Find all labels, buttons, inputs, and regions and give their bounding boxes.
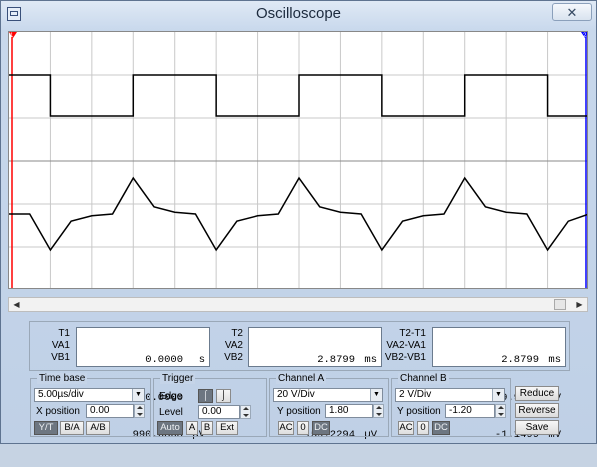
channel-b-scale-value: 2 V/Div xyxy=(399,389,432,400)
channel-a-scale-select[interactable]: 20 V/Div ▼ xyxy=(273,388,383,402)
mode-ab-button[interactable]: A/B xyxy=(86,421,110,435)
level-input[interactable]: 0.00 xyxy=(198,405,240,419)
reverse-button[interactable]: Reverse xyxy=(515,403,559,418)
dt-label: T2-T1 xyxy=(399,328,426,339)
cursor-2-readout: 2.8799ms -10.0000V -159.2294µV xyxy=(248,327,382,441)
rising-edge-icon: ⌠ xyxy=(202,390,209,401)
channel-b-group: Channel B 2 V/Div ▼ Y position -1.20 AC … xyxy=(391,373,511,437)
dt-unit: ms xyxy=(548,354,561,366)
cursor-readouts: T1 VA1 VB1 0.0000s 10.0000V 990.6363µV T… xyxy=(29,321,570,441)
t2-label: T2 xyxy=(231,328,243,339)
va2-label: VA2 xyxy=(224,340,243,351)
reduce-button[interactable]: Reduce xyxy=(515,386,559,401)
t2-value: 2.8799 xyxy=(317,354,355,366)
channel-a-trace xyxy=(9,74,587,117)
scroll-right-icon[interactable]: ▶ xyxy=(572,298,587,311)
channel-a-dc-button[interactable]: DC xyxy=(312,421,330,435)
channel-b-dc-button[interactable]: DC xyxy=(432,421,450,435)
edge-label: Edge xyxy=(159,391,183,402)
trigger-title: Trigger xyxy=(160,373,196,384)
channel-b-ac-button[interactable]: AC xyxy=(398,421,414,435)
channel-a-ypos-input[interactable]: 1.80 xyxy=(325,404,373,418)
channel-b-ypos-input[interactable]: -1.20 xyxy=(445,404,495,418)
scroll-thumb[interactable] xyxy=(554,299,566,310)
channel-a-title: Channel A xyxy=(276,373,327,384)
xpos-label: X position xyxy=(36,406,80,417)
timebase-scale-select[interactable]: 5.00µs/div ▼ xyxy=(34,388,145,402)
vb2-label: VB2 xyxy=(224,352,243,363)
channel-b-title: Channel B xyxy=(398,373,449,384)
cursor-1-readout: 0.0000s 10.0000V 990.6363µV xyxy=(76,327,210,441)
trigger-b-button[interactable]: B xyxy=(201,421,213,435)
save-button[interactable]: Save xyxy=(515,420,559,435)
xpos-spinner[interactable] xyxy=(134,404,145,418)
channel-a-group: Channel A 20 V/Div ▼ Y position 1.80 AC … xyxy=(269,373,389,437)
timebase-title: Time base xyxy=(37,373,88,384)
level-label: Level xyxy=(159,407,183,418)
window-title: Oscilloscope xyxy=(255,5,342,22)
channel-a-ypos-spinner[interactable] xyxy=(373,404,384,418)
channel-b-scale-select[interactable]: 2 V/Div ▼ xyxy=(395,388,505,402)
vb1-label: VB1 xyxy=(51,352,70,363)
channel-b-ypos-label: Y position xyxy=(397,406,441,417)
falling-edge-button[interactable]: ⌡ xyxy=(216,389,231,403)
title-bar: Oscilloscope ✕ xyxy=(1,1,596,29)
scope-screen: 1 2 xyxy=(8,31,588,289)
falling-edge-icon: ⌡ xyxy=(220,390,227,401)
trigger-auto-button[interactable]: Auto xyxy=(157,421,183,435)
dt-value: 2.8799 xyxy=(501,354,539,366)
scroll-left-icon[interactable]: ◀ xyxy=(9,298,24,311)
close-button[interactable]: ✕ xyxy=(552,3,592,21)
channel-b-ypos-spinner[interactable] xyxy=(495,404,506,418)
channel-a-scale-value: 20 V/Div xyxy=(277,389,315,400)
chevron-down-icon: ▼ xyxy=(492,389,504,401)
scope-display: 1 2 xyxy=(9,32,587,288)
channel-a-zero-button[interactable]: 0 xyxy=(297,421,309,435)
channel-a-ypos-label: Y position xyxy=(277,406,321,417)
chevron-down-icon: ▼ xyxy=(370,389,382,401)
timebase-scale-value: 5.00µs/div xyxy=(38,389,84,400)
rising-edge-button[interactable]: ⌠ xyxy=(198,389,213,403)
scope-grid xyxy=(9,32,587,288)
chevron-down-icon: ▼ xyxy=(132,389,144,401)
va1-label: VA1 xyxy=(51,340,70,351)
trigger-a-button[interactable]: A xyxy=(186,421,198,435)
channel-b-zero-button[interactable]: 0 xyxy=(417,421,429,435)
dvb-label: VB2-VB1 xyxy=(384,352,426,363)
t1-label: T1 xyxy=(58,328,70,339)
xpos-input[interactable]: 0.00 xyxy=(86,404,134,418)
channel-a-ac-button[interactable]: AC xyxy=(278,421,294,435)
trigger-group: Trigger Edge ⌠ ⌡ Level 0.00 Auto A B Ext xyxy=(153,373,267,437)
close-icon: ✕ xyxy=(566,5,578,20)
timebase-group: Time base 5.00µs/div ▼ X position 0.00 Y… xyxy=(30,373,151,437)
horizontal-scrollbar[interactable]: ◀ ▶ xyxy=(8,297,588,312)
mode-yt-button[interactable]: Y/T xyxy=(34,421,58,435)
dva-label: VA2-VA1 xyxy=(386,340,426,351)
delta-readout: 2.8799ms -19.9999V -1.1499mV xyxy=(432,327,566,441)
t1-unit: s xyxy=(198,354,205,366)
level-spinner[interactable] xyxy=(240,405,251,419)
oscilloscope-window: Oscilloscope ✕ 1 2 ◀ ▶ T1 VA1 VB1 0.0000… xyxy=(0,0,597,444)
t1-value: 0.0000 xyxy=(145,354,183,366)
mode-ba-button[interactable]: B/A xyxy=(60,421,84,435)
trigger-ext-button[interactable]: Ext xyxy=(216,421,238,435)
